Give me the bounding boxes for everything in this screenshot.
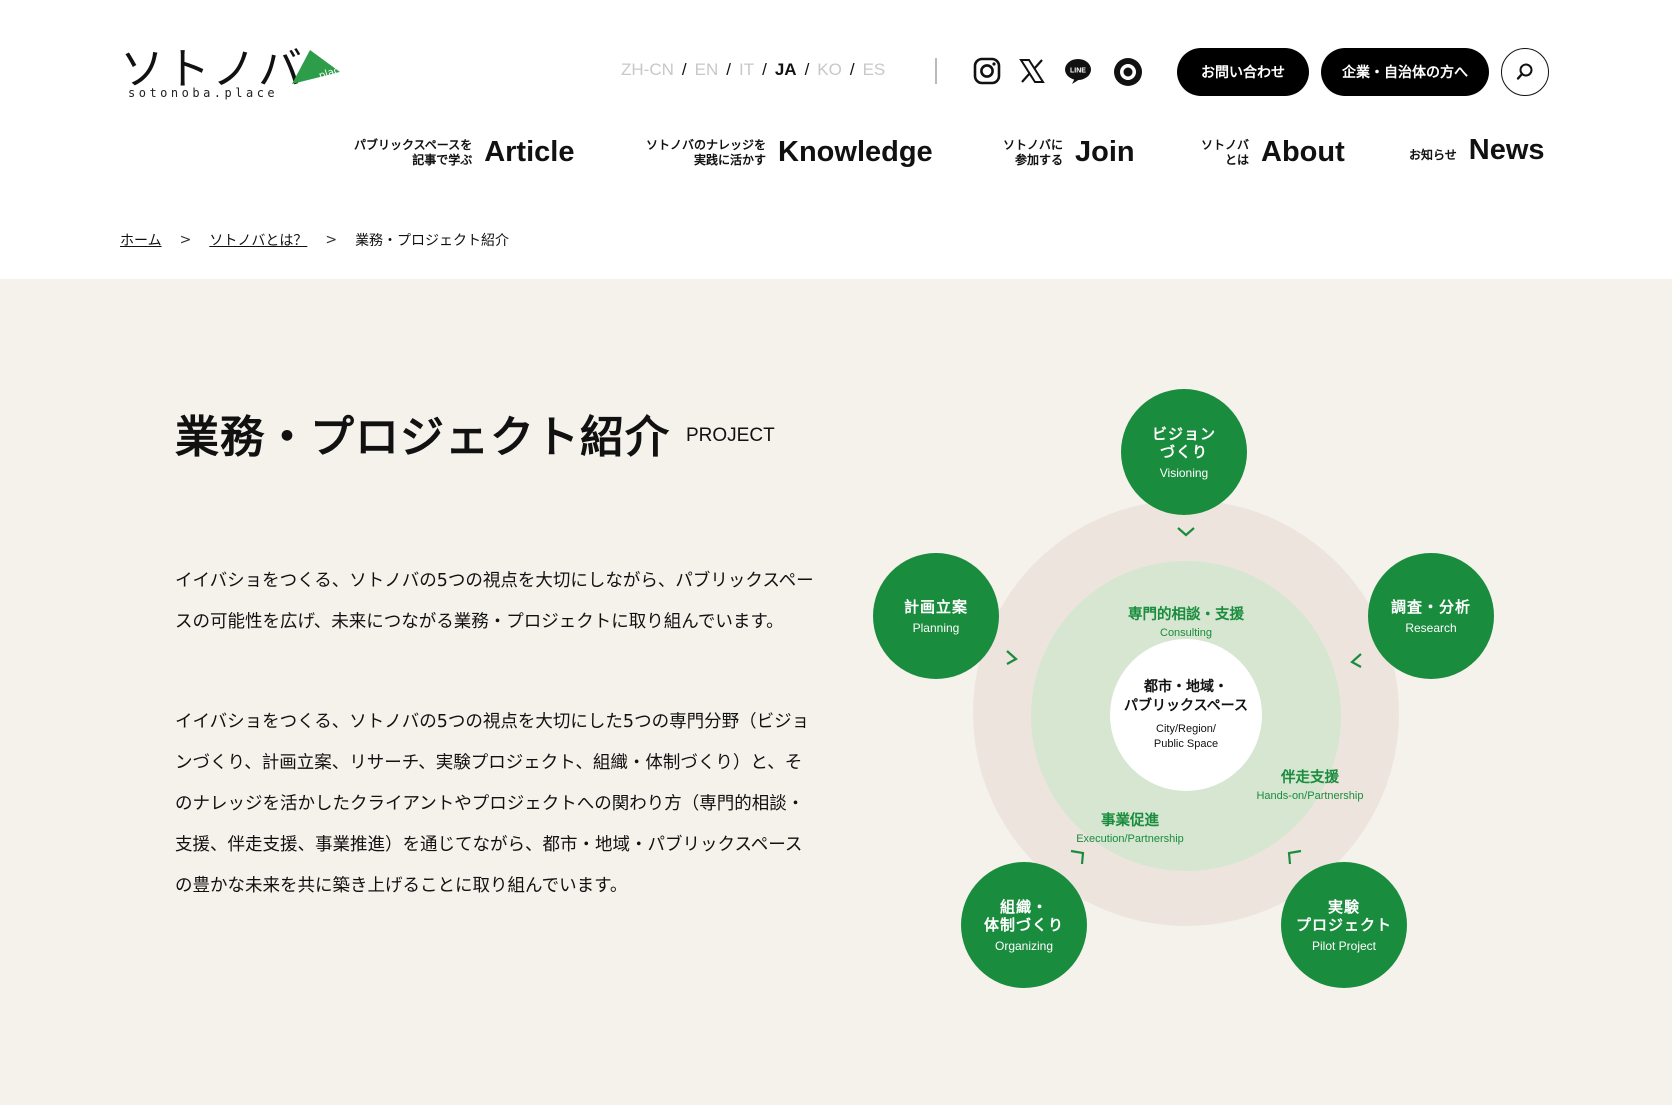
corporate-button[interactable]: 企業・自治体の方へ [1321,48,1489,96]
node-pilot-project-ja: 実験 プロジェクト [1295,897,1392,934]
nav-news-label: News [1468,134,1545,166]
node-planning-ja: 計画立案 [903,597,968,616]
mode-execution-ja: 事業促進 [1101,813,1159,829]
nav-news-sub: お知らせ [1409,148,1457,162]
breadcrumb-home[interactable]: ホーム [120,230,162,250]
nav-join[interactable]: ソトノバに 参加する Join [1003,136,1135,169]
node-research[interactable]: 調査・分析 Research [1368,553,1494,679]
page-title-en: PROJECT [686,425,775,446]
lang-zh-cn[interactable]: ZH-CN [621,60,674,80]
lang-ja[interactable]: JA [775,60,797,80]
mode-consulting-ja: 専門的相談・支援 [1128,607,1244,623]
logo-subtext: sotonoba.place [128,86,279,100]
chevron-right-icon [1006,650,1018,665]
intro-paragraph-1: イイバショをつくる、ソトノバの5つの視点を大切にしながら、パブリックスペースの可… [175,571,814,632]
nav-knowledge[interactable]: ソトノバのナレッジを 実践に活かす Knowledge [646,136,933,169]
page-title: 業務・プロジェクト紹介 [175,412,670,463]
header-divider [935,58,937,84]
line-icon-label: LINE [1070,68,1086,75]
nav-news[interactable]: お知らせ News [1409,134,1545,167]
breadcrumb-separator: > [325,232,338,248]
mode-consulting: 専門的相談・支援 Consulting [1066,603,1306,639]
mode-hands-on: 伴走支援 Hands-on/Partnership [1230,766,1390,802]
breadcrumb: ホーム > ソトノバとは？ > 業務・プロジェクト紹介 [120,230,509,250]
nav-about[interactable]: ソトノバ とは About [1201,136,1345,169]
lang-separator: / [681,60,687,79]
nav-knowledge-sub: ソトノバのナレッジを 実践に活かす [646,137,767,167]
lang-separator: / [762,60,767,79]
breadcrumb-about[interactable]: ソトノバとは？ [209,230,307,250]
site-logo[interactable]: ソトノバ .place sotonoba.place [120,44,344,104]
node-pilot-project[interactable]: 実験 プロジェクト Pilot Project [1281,862,1407,988]
lang-separator: / [726,60,731,79]
node-organizing[interactable]: 組織・ 体制づくり Organizing [961,862,1087,988]
breadcrumb-separator: > [179,232,192,248]
diagram-center-ja: 都市・地域・ パブリックスペース [1124,679,1248,714]
nav-about-label: About [1261,136,1345,168]
note-icon[interactable] [1112,56,1144,88]
mode-hands-on-ja: 伴走支援 [1281,770,1339,786]
node-organizing-en: Organizing [994,938,1054,953]
lang-it[interactable]: IT [739,60,754,80]
contact-button[interactable]: お問い合わせ [1177,48,1309,96]
mode-execution: 事業促進 Execution/Partnership [1050,809,1210,845]
lang-separator: / [804,60,810,79]
mode-hands-on-en: Hands-on/Partnership [1256,790,1364,802]
chevron-corner-icon [1287,849,1302,865]
lang-en[interactable]: EN [695,60,719,80]
search-icon [1516,63,1533,80]
chevron-corner-icon [1070,849,1085,865]
chevron-down-icon [1177,527,1195,537]
line-icon[interactable]: LINE [1063,56,1093,86]
search-button[interactable] [1501,48,1549,96]
intro-paragraph-2: イイバショをつくる、ソトノバの5つの視点を大切にした5つの専門分野（ビジョンづく… [175,712,810,896]
node-visioning-en: Visioning [1159,465,1209,480]
lang-es[interactable]: ES [863,60,886,80]
node-organizing-ja: 組織・ 体制づくり [983,897,1064,934]
nav-about-sub: ソトノバ とは [1201,137,1250,167]
breadcrumb-current: 業務・プロジェクト紹介 [355,233,510,249]
nav-knowledge-label: Knowledge [778,136,933,168]
node-pilot-project-en: Pilot Project [1311,938,1377,953]
nav-article-sub: パブリックスペースを 記事で学ぶ [354,137,473,167]
node-planning[interactable]: 計画立案 Planning [873,553,999,679]
nav-article-label: Article [484,136,575,168]
project-diagram: 都市・地域・ パブリックスペース City/Region/ Public Spa… [860,379,1520,989]
node-visioning[interactable]: ビジョン づくり Visioning [1121,389,1247,515]
logo-triangle-icon: .place [292,50,344,84]
node-research-ja: 調査・分析 [1390,597,1471,616]
main-section: 業務・プロジェクト紹介 PROJECT イイバショをつくる、ソトノバの5つの視点… [0,279,1672,1105]
instagram-icon[interactable] [972,56,1002,86]
mode-execution-en: Execution/Partnership [1076,833,1184,845]
language-switcher: ZH-CN / EN / IT / JA / KO / ES [621,60,885,80]
x-icon[interactable] [1017,56,1047,86]
diagram-center-en: City/Region/ Public Space [1153,723,1219,750]
chevron-left-icon [1350,653,1362,668]
nav-article[interactable]: パブリックスペースを 記事で学ぶ Article [354,136,574,169]
lang-separator: / [849,60,855,79]
nav-join-label: Join [1075,136,1135,168]
nav-join-sub: ソトノバに 参加する [1003,137,1064,167]
mode-consulting-en: Consulting [1160,627,1212,639]
node-research-en: Research [1405,620,1457,635]
node-visioning-ja: ビジョン づくり [1151,424,1216,461]
lang-ko[interactable]: KO [817,60,842,80]
node-planning-en: Planning [912,620,960,635]
